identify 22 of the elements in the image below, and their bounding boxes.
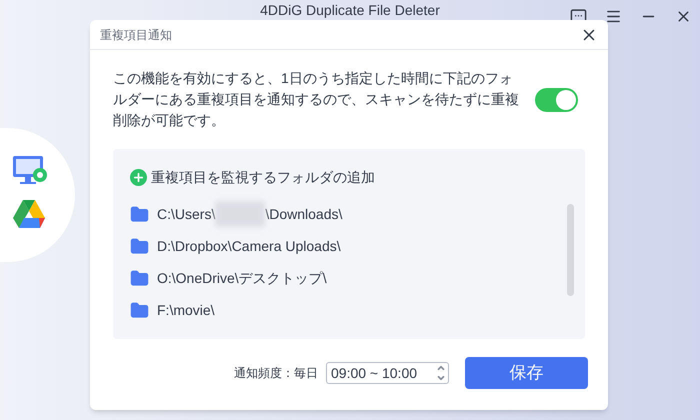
folder-path: F:\movie\ (157, 300, 215, 320)
folder-path: D:\Dropbox\Camera Uploads\ (157, 236, 341, 256)
monitor-eye-icon[interactable] (12, 155, 48, 187)
add-folder-button[interactable]: 重複項目を監視するフォルダの追加 (130, 167, 567, 188)
save-button[interactable]: 保存 (465, 357, 588, 389)
drive-triangle-icon[interactable] (12, 199, 46, 229)
folder-icon (130, 300, 149, 320)
folder-icon (130, 204, 149, 224)
folder-path: O:\OneDrive\デスクトップ\ (157, 268, 327, 288)
folder-path: C:\Users\ \Downloads\ (157, 201, 342, 227)
dialog-title: 重複項目通知 (100, 26, 172, 44)
spinner-icon (436, 363, 446, 383)
description: この機能を有効にすると、1日のうち指定した時間に下記のフォルダーにある重複項目を通知するので、スキャンを待たずに重複削除が可能です。 (113, 69, 520, 130)
app-title: 4DDiG Duplicate File Deleter (260, 2, 440, 18)
frequency-label: 通知頻度：毎日 (234, 365, 318, 382)
time-select[interactable]: 09:00 ~ 10:00 (326, 362, 449, 384)
plus-icon (130, 169, 147, 186)
menu-icon[interactable] (605, 8, 622, 25)
folder-icon (130, 236, 149, 256)
toggle-switch[interactable] (535, 88, 578, 112)
scrollbar[interactable] (567, 204, 574, 296)
folder-icon (130, 268, 149, 288)
